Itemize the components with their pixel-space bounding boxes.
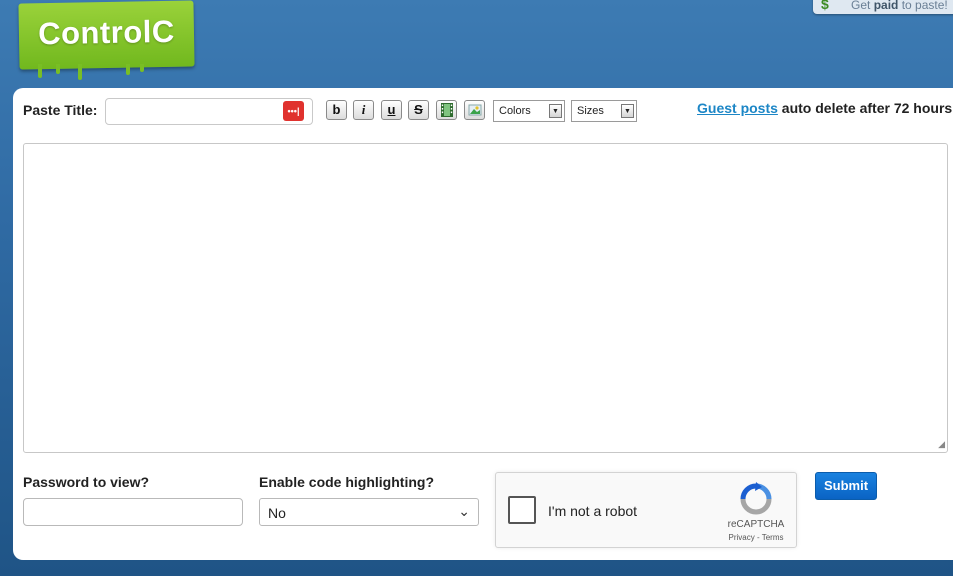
film-icon (440, 103, 453, 117)
chevron-down-icon: ▼ (549, 104, 562, 118)
submit-button[interactable]: Submit (815, 472, 877, 500)
bold-button[interactable]: b (326, 100, 347, 120)
chevron-down-icon: ▼ (621, 104, 634, 118)
guest-posts-notice: Guest posts auto delete after 72 hours (697, 100, 952, 116)
recaptcha-separator: - (754, 533, 762, 542)
logo-drip (38, 64, 42, 78)
code-highlighting-value: No (268, 505, 286, 521)
resize-handle-icon[interactable]: ◢ (938, 439, 945, 450)
guest-posts-link[interactable]: Guest posts (697, 100, 778, 116)
password-label: Password to view? (23, 474, 150, 490)
header: ControlC $ Get paid to paste! (0, 0, 953, 88)
recaptcha-terms-link[interactable]: Terms (762, 533, 784, 542)
image-button[interactable] (464, 100, 485, 120)
image-icon (468, 104, 481, 116)
recaptcha-checkbox[interactable] (508, 496, 536, 524)
recaptcha-logo-icon (740, 482, 772, 515)
recaptcha-brand: reCAPTCHA (727, 519, 785, 530)
video-button[interactable] (436, 100, 457, 120)
password-manager-icon[interactable]: •••| (283, 101, 304, 121)
paste-title-label: Paste Title: (23, 102, 98, 118)
italic-button[interactable]: i (353, 100, 374, 120)
code-highlighting-select[interactable]: No ⌄ (259, 498, 479, 526)
paste-content-textarea[interactable]: ◢ (23, 143, 948, 453)
logo-text: ControlC (37, 13, 176, 52)
get-paid-link[interactable]: $ Get paid to paste! (813, 0, 953, 14)
get-paid-text: Get paid to paste! (851, 0, 948, 12)
sizes-select[interactable]: Sizes ▼ (571, 100, 637, 122)
password-input[interactable] (23, 498, 243, 526)
logo-drip (56, 64, 60, 74)
colors-select[interactable]: Colors ▼ (493, 100, 565, 122)
code-highlighting-label: Enable code highlighting? (259, 474, 434, 490)
recaptcha-links: Privacy - Terms (710, 533, 802, 542)
logo[interactable]: ControlC (18, 0, 195, 70)
paste-title-input[interactable] (105, 98, 313, 125)
paste-form-panel: Paste Title: •••| b i u S Colors ▼ Sizes… (13, 88, 953, 560)
recaptcha-widget: I'm not a robot reCAPTCHA Privacy - Term… (495, 472, 797, 548)
recaptcha-label: I'm not a robot (548, 503, 638, 519)
recaptcha-privacy-link[interactable]: Privacy (729, 533, 755, 542)
colors-select-label: Colors (499, 105, 531, 117)
logo-drip (140, 64, 144, 72)
logo-drip (126, 64, 130, 75)
guest-posts-text: auto delete after 72 hours (777, 100, 953, 116)
logo-drip (78, 64, 82, 80)
strikethrough-button[interactable]: S (408, 100, 429, 120)
chevron-down-icon: ⌄ (458, 503, 470, 519)
dollar-icon: $ (821, 0, 829, 12)
underline-button[interactable]: u (381, 100, 402, 120)
sizes-select-label: Sizes (577, 105, 604, 117)
